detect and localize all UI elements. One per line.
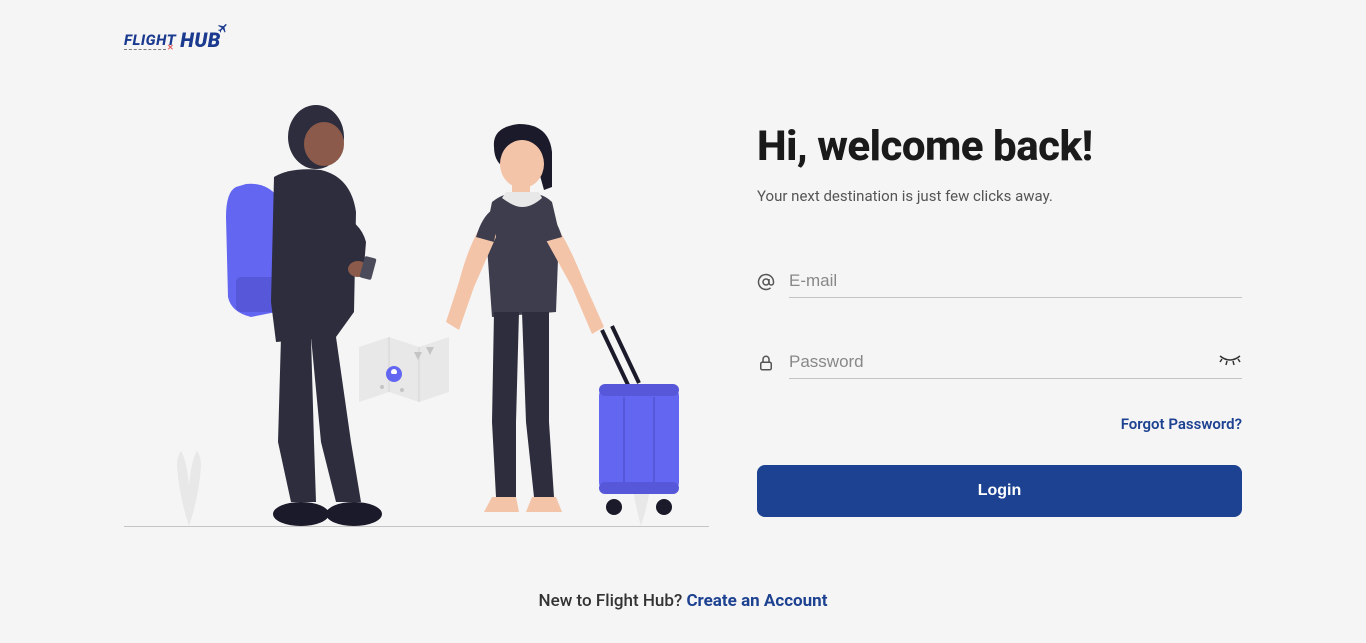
plant-decoration-left bbox=[169, 436, 209, 526]
eye-closed-icon[interactable] bbox=[1218, 354, 1242, 368]
at-sign-icon bbox=[757, 273, 775, 291]
traveler-illustration-1 bbox=[206, 102, 386, 526]
brand-logo[interactable]: FLIGHT HUB ✕ bbox=[124, 28, 1242, 52]
signup-prompt-text: New to Flight Hub? bbox=[539, 591, 687, 611]
login-form: Hi, welcome back! Your next destination … bbox=[757, 102, 1242, 527]
logo-hub-text: HUB bbox=[180, 28, 221, 52]
email-field[interactable] bbox=[789, 265, 1242, 298]
page-title: Hi, welcome back! bbox=[757, 122, 1242, 171]
traveler-illustration-2 bbox=[444, 122, 684, 526]
login-button[interactable]: Login bbox=[757, 465, 1242, 517]
create-account-link[interactable]: Create an Account bbox=[686, 591, 827, 611]
map-illustration bbox=[354, 332, 454, 407]
logo-x-mark: ✕ bbox=[167, 43, 174, 52]
password-input-group bbox=[757, 346, 1242, 379]
travel-illustration bbox=[124, 102, 709, 527]
email-input-group bbox=[757, 265, 1242, 298]
page-subtitle: Your next destination is just few clicks… bbox=[757, 187, 1242, 205]
logo-underline bbox=[124, 49, 166, 50]
signup-prompt: New to Flight Hub? Create an Account bbox=[124, 591, 1242, 611]
plane-icon bbox=[217, 22, 229, 34]
lock-icon bbox=[757, 354, 775, 372]
forgot-password-link[interactable]: Forgot Password? bbox=[757, 415, 1242, 433]
password-field[interactable] bbox=[789, 346, 1242, 379]
